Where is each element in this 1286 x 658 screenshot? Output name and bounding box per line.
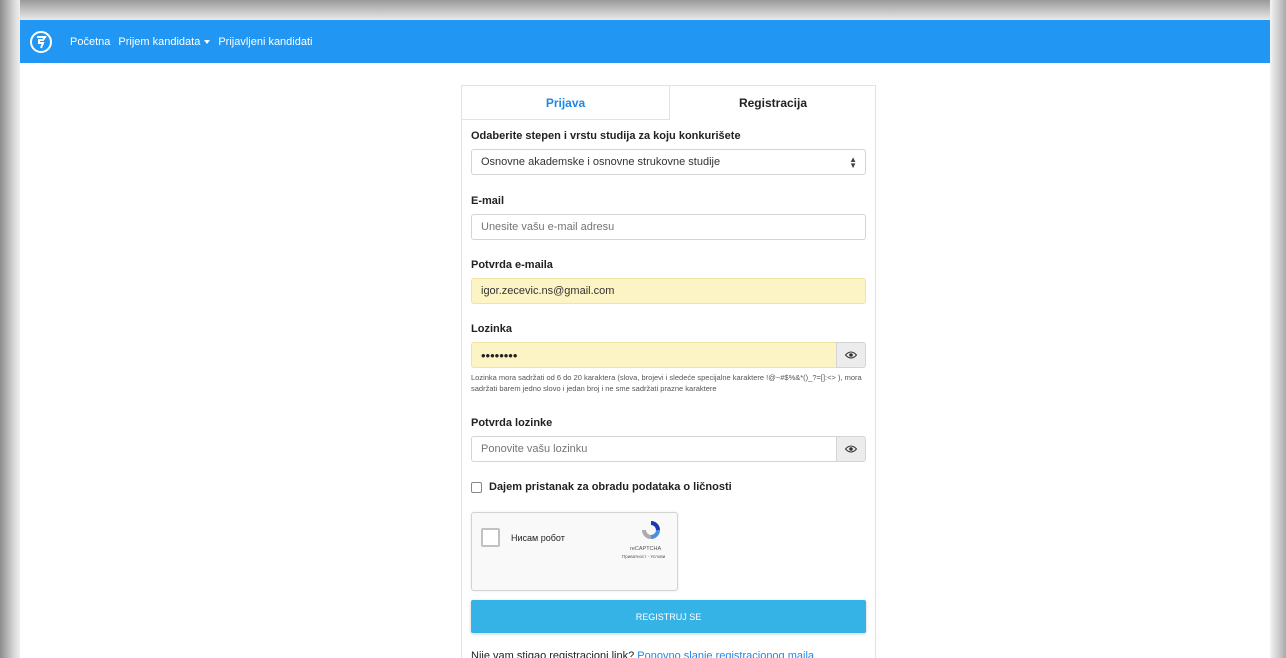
recaptcha-widget: Нисам робот reCAPTCHA Приватност - Услов… <box>471 512 678 591</box>
recaptcha-label: Нисам робот <box>511 533 565 543</box>
window-frame-left <box>0 0 20 658</box>
email-input[interactable]: Unesite vašu e-mail adresu <box>471 214 866 240</box>
select-arrows-icon: ▲ ▼ <box>849 155 857 170</box>
password-hint: Lozinka mora sadržati od 6 do 20 karakte… <box>471 373 862 393</box>
password-value: •••••••• <box>481 347 518 363</box>
resend-link-row: Nije vam stigao registracioni link? Pono… <box>471 650 814 658</box>
password-input[interactable]: •••••••• <box>471 342 837 368</box>
register-button[interactable]: REGISTRUJ SE <box>471 600 866 633</box>
consent-label: Dajem pristanak za obradu podataka o lič… <box>489 481 732 493</box>
email-confirm-label: Potvrda e-maila <box>471 259 553 271</box>
email-confirm-input[interactable]: igor.zecevic.ns@gmail.com <box>471 278 866 304</box>
nav-dropdown-admissions[interactable]: Prijem kandidata <box>118 36 211 48</box>
eye-icon <box>845 351 857 359</box>
resend-question: Nije vam stigao registracioni link? <box>471 650 635 658</box>
window-frame-top <box>0 0 1286 20</box>
nav-link-home[interactable]: Početna <box>70 36 110 48</box>
nav-link-registered-candidates[interactable]: Prijavljeni kandidati <box>218 36 312 48</box>
caret-down-icon <box>204 39 211 44</box>
password-confirm-label: Potvrda lozinke <box>471 417 553 429</box>
resend-registration-link[interactable]: Ponovno slanje registracionog maila <box>637 650 814 658</box>
password-confirm-input[interactable]: Ponovite vašu lozinku <box>471 436 837 462</box>
auth-card: Prijava Registracija Odaberite stepen i … <box>461 85 876 658</box>
university-logo-icon[interactable] <box>29 30 53 54</box>
recaptcha-logo-icon <box>642 521 660 539</box>
consent-row[interactable]: Dajem pristanak za obradu podataka o lič… <box>471 481 732 493</box>
tab-login[interactable]: Prijava <box>462 86 669 120</box>
recaptcha-brand: reCAPTCHA <box>630 546 662 552</box>
page: Početna Prijem kandidata Prijavljeni kan… <box>20 20 1270 658</box>
eye-icon <box>845 445 857 453</box>
recaptcha-terms[interactable]: Приватност - Услови <box>622 554 665 559</box>
recaptcha-checkbox[interactable] <box>481 528 500 547</box>
study-select[interactable]: Osnovne akademske i osnovne strukovne st… <box>471 149 866 175</box>
consent-checkbox[interactable] <box>471 481 482 493</box>
password-label: Lozinka <box>471 323 512 335</box>
study-label: Odaberite stepen i vrstu studija za koju… <box>471 130 741 142</box>
tab-register[interactable]: Registracija <box>669 86 876 120</box>
window-frame-right <box>1270 0 1286 658</box>
study-select-value: Osnovne akademske i osnovne strukovne st… <box>481 156 721 168</box>
email-label: E-mail <box>471 195 505 207</box>
top-navbar: Početna Prijem kandidata Prijavljeni kan… <box>20 20 1270 63</box>
show-password-button[interactable] <box>836 342 866 368</box>
show-password-confirm-button[interactable] <box>836 436 866 462</box>
